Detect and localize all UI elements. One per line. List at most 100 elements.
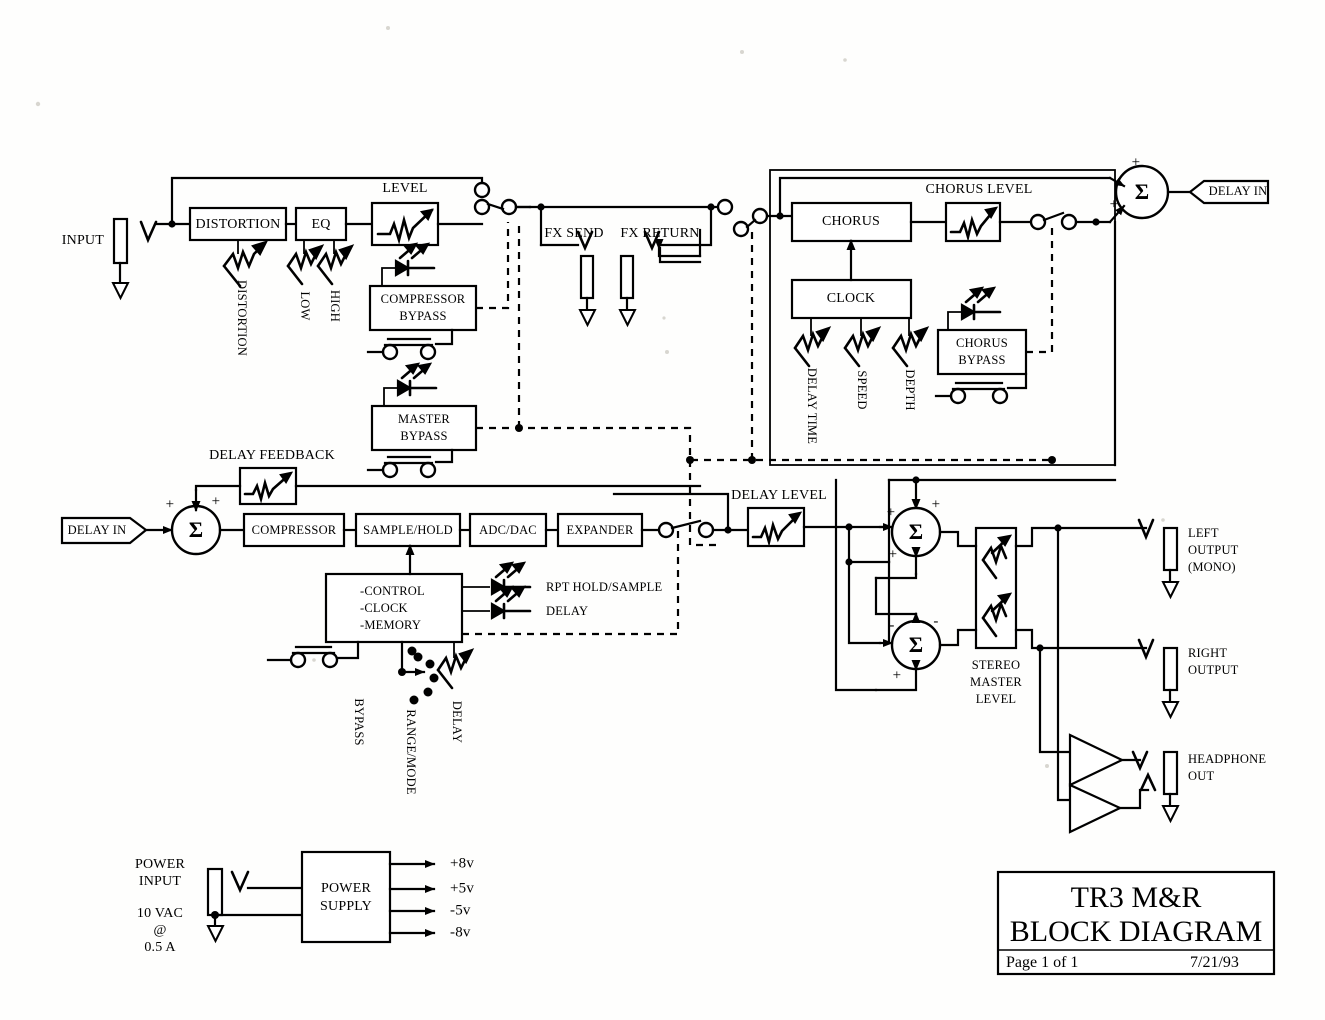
sample-hold-label: SAMPLE/HOLD — [363, 523, 453, 537]
headphone-jack: HEADPHONE OUT — [1161, 750, 1266, 824]
delay-in-out-label: DELAY IN — [1209, 184, 1268, 198]
delay-in-output-flag: DELAY IN — [1188, 179, 1270, 205]
wire-hp-right-feed — [1038, 646, 1072, 754]
wire-lower-feed-left — [874, 572, 918, 580]
fx-send-label: FX SEND — [544, 226, 603, 241]
fx-send-jack: FX SEND — [544, 226, 603, 328]
delay-control-block: -CONTROL -CLOCK -MEMORY — [324, 572, 464, 644]
delay-in-input-flag: DELAY IN — [60, 516, 148, 545]
svg-text:Σ: Σ — [189, 517, 204, 542]
delay-time-label: DELAY TIME — [805, 368, 819, 444]
power-spec-3: 0.5 A — [144, 940, 176, 955]
svg-text:Σ: Σ — [1135, 179, 1150, 204]
chorus-level-pot[interactable]: CHORUS LEVEL — [925, 182, 1032, 243]
distortion-block: DISTORTION — [188, 206, 288, 242]
fx-return-label: FX RETURN — [620, 226, 699, 241]
summer-plus: + — [166, 496, 175, 512]
right-output-summer: Σ - - + — [874, 612, 942, 692]
chorus-bypass-switch[interactable] — [1029, 211, 1078, 231]
master-bypass-label-2: BYPASS — [400, 429, 447, 443]
fx-loop-switch[interactable] — [716, 198, 769, 238]
bypass-switch-label: BYPASS — [352, 698, 366, 745]
delay-feedback-pot[interactable]: DELAY FEEDBACK — [209, 448, 335, 506]
headphone-label-2: OUT — [1188, 769, 1214, 783]
power-supply-block: POWER SUPPLY — [300, 850, 392, 944]
speed-pot[interactable]: SPEED — [843, 318, 882, 410]
wire-feedback-to-summer — [194, 484, 242, 492]
wire-master-left-out — [1014, 526, 1060, 548]
depth-label: DEPTH — [903, 369, 917, 410]
compressor-footswitch[interactable] — [366, 328, 454, 361]
summer-plus: + — [887, 504, 896, 520]
power-rail-4: -8v — [450, 924, 471, 940]
stereo-master-level[interactable]: STEREO MASTER LEVEL — [970, 526, 1022, 706]
delay-level-label: DELAY LEVEL — [731, 488, 827, 503]
delay-time-control-pot[interactable]: DELAY — [436, 642, 475, 743]
input-jack: INPUT — [62, 217, 158, 301]
power-input-jack: POWER INPUT 10 VAC @ 0.5 A — [135, 857, 304, 955]
delay-in-label: DELAY IN — [68, 523, 127, 537]
junction-dot — [1092, 218, 1100, 226]
junction-dot — [1048, 456, 1056, 464]
summer-minus: - — [933, 613, 938, 629]
compressor-bypass-block: COMPRESSOR BYPASS — [368, 284, 478, 332]
left-output-label-1: LEFT — [1188, 526, 1219, 540]
page-number: Page 1 of 1 — [1006, 954, 1078, 971]
chorus-bypass-label-1: CHORUS — [956, 336, 1008, 350]
range-mode-selector[interactable]: RANGE/MODE — [398, 640, 439, 795]
preamp-bypass-switch[interactable] — [473, 181, 518, 216]
delay-time-pot[interactable]: DELAY TIME — [793, 318, 832, 444]
power-supply-label-1: POWER — [321, 881, 371, 896]
compressor-bypass-label-2: BYPASS — [399, 309, 446, 323]
svg-text:Σ: Σ — [909, 519, 924, 544]
distortion-block-label: DISTORTION — [196, 217, 281, 232]
svg-text:Σ: Σ — [909, 632, 924, 657]
low-pot[interactable]: LOW — [286, 240, 325, 321]
chorus-block-label: CHORUS — [822, 214, 880, 229]
range-mode-label: RANGE/MODE — [404, 709, 418, 794]
summer-minus: - — [889, 617, 894, 633]
delay-bypass-footswitch[interactable]: BYPASS — [266, 640, 366, 746]
chorus-block: CHORUS — [790, 201, 913, 243]
chorus-footswitch[interactable] — [934, 372, 1028, 405]
delay-compressor-label: COMPRESSOR — [252, 523, 337, 537]
power-rail-3: -5v — [450, 902, 471, 918]
right-output-jack: RIGHT OUTPUT — [1137, 638, 1239, 720]
delay-level-pot[interactable]: DELAY LEVEL — [731, 488, 827, 548]
chorus-level-label: CHORUS LEVEL — [925, 182, 1032, 197]
summer-plus: + — [1110, 196, 1119, 212]
wire-left-to-master — [938, 530, 978, 548]
ctrl-compressor-bypass — [476, 222, 510, 310]
delay-input-summer: Σ + + — [166, 488, 222, 556]
delay-bypass-switch[interactable] — [657, 519, 715, 539]
master-footswitch[interactable] — [366, 448, 454, 479]
stereo-master-label-1: STEREO — [972, 658, 1020, 672]
master-bypass-led — [383, 362, 438, 406]
right-output-label-2: OUTPUT — [1188, 663, 1239, 677]
fx-return-jack: FX RETURN — [618, 226, 702, 328]
ctrl-chorus-bypass — [1026, 222, 1054, 354]
left-output-jack: LEFT OUTPUT (MONO) — [1137, 518, 1238, 600]
distortion-pot-label: DISTORTION — [235, 280, 249, 356]
eq-block-label: EQ — [311, 217, 330, 232]
rpt-hold-sample-led: RPT HOLD/SAMPLE — [462, 561, 662, 596]
sample-hold-block: SAMPLE/HOLD — [354, 512, 462, 548]
level-pot-label: LEVEL — [382, 181, 427, 196]
diagram-sheet: INPUT DISTORTION EQ LEVEL DISTORTION LOW — [0, 0, 1325, 1020]
power-rails: +8v +5v -5v -8v — [388, 855, 474, 940]
eq-block: EQ — [294, 206, 348, 242]
title-block: TR3 M&R BLOCK DIAGRAM Page 1 of 1 7/21/9… — [996, 870, 1276, 976]
power-input-label-2: INPUT — [139, 874, 181, 889]
stereo-master-label-2: MASTER — [970, 675, 1022, 689]
distortion-pot[interactable]: DISTORTION — [222, 240, 269, 356]
headphone-label-1: HEADPHONE — [1188, 752, 1266, 766]
expander-block: EXPANDER — [556, 512, 644, 548]
master-bypass-label-1: MASTER — [398, 412, 450, 426]
chorus-bypass-label-2: BYPASS — [958, 353, 1005, 367]
level-pot[interactable]: LEVEL — [370, 181, 440, 247]
depth-pot[interactable]: DEPTH — [891, 318, 930, 411]
high-pot-label: HIGH — [328, 290, 342, 322]
right-output-label-1: RIGHT — [1188, 646, 1227, 660]
summer-plus: + — [1132, 154, 1141, 170]
high-pot[interactable]: HIGH — [316, 240, 355, 322]
